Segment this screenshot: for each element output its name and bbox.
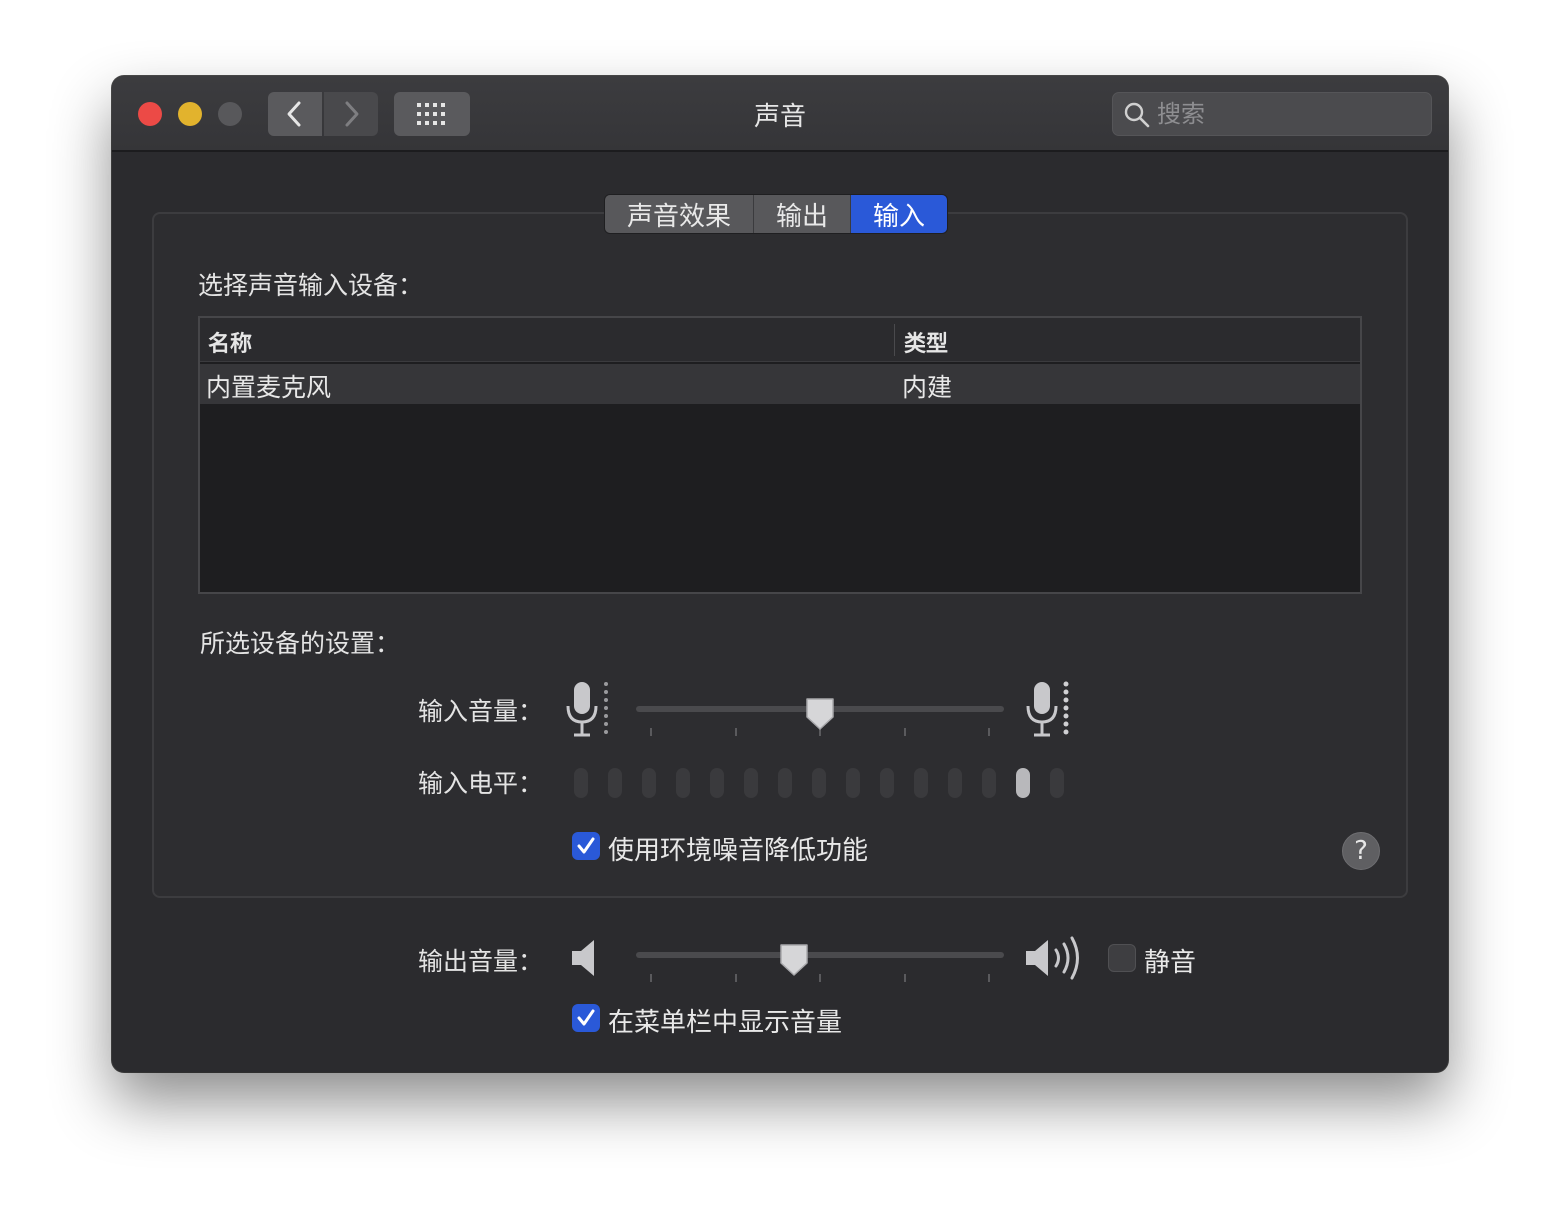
level-segment bbox=[574, 768, 588, 798]
level-segment bbox=[642, 768, 656, 798]
microphone-low-icon bbox=[566, 682, 608, 737]
microphone-high-icon bbox=[1026, 681, 1069, 737]
input-device-table[interactable]: 名称 类型 内置麦克风 内建 bbox=[198, 316, 1362, 594]
level-segment bbox=[710, 768, 724, 798]
table-header: 名称 类型 bbox=[200, 318, 1360, 362]
selected-device-settings-heading: 所选设备的设置： bbox=[200, 629, 401, 658]
input-volume-label: 输入音量： bbox=[418, 697, 544, 726]
output-volume-label: 输出音量： bbox=[418, 947, 544, 976]
level-segment bbox=[982, 768, 996, 798]
titlebar: 声音 bbox=[112, 76, 1448, 152]
level-segment bbox=[676, 768, 690, 798]
level-segment bbox=[880, 768, 894, 798]
search-icon bbox=[1124, 102, 1150, 128]
slider-tick bbox=[650, 974, 652, 982]
slider-tick bbox=[650, 728, 652, 736]
level-segment bbox=[914, 768, 928, 798]
tab-output[interactable]: 输出 bbox=[754, 195, 852, 233]
level-segment bbox=[1016, 768, 1030, 798]
level-segment bbox=[1050, 768, 1064, 798]
level-segment bbox=[812, 768, 826, 798]
sound-preferences-window: 声音 声音效果 输出 输入 选择声音输入设备： 名称 类型 内置麦克风 内建 所… bbox=[112, 76, 1448, 1072]
slider-tick bbox=[988, 728, 990, 736]
tab-bar: 声音效果 输出 输入 bbox=[604, 194, 949, 234]
slider-tick bbox=[819, 974, 821, 982]
mute-label[interactable]: 静音 bbox=[1144, 942, 1196, 979]
mute-checkbox[interactable] bbox=[1108, 944, 1136, 972]
level-segment bbox=[744, 768, 758, 798]
column-divider bbox=[894, 324, 895, 356]
help-button[interactable]: ? bbox=[1342, 832, 1380, 870]
speaker-high-icon bbox=[1026, 936, 1079, 980]
help-icon: ? bbox=[1354, 836, 1368, 866]
device-type-cell: 内建 bbox=[902, 373, 953, 402]
show-volume-in-menubar-label[interactable]: 在菜单栏中显示音量 bbox=[608, 1002, 842, 1039]
search-field[interactable] bbox=[1112, 92, 1432, 136]
tab-input[interactable]: 输入 bbox=[851, 195, 948, 233]
search-input[interactable] bbox=[1157, 97, 1417, 131]
level-segment bbox=[846, 768, 860, 798]
noise-reduction-checkbox[interactable] bbox=[572, 832, 600, 860]
slider-tick bbox=[988, 974, 990, 982]
checkmark-icon bbox=[577, 1009, 595, 1026]
slider-tick bbox=[735, 974, 737, 982]
slider-tick bbox=[735, 728, 737, 736]
input-device-heading: 选择声音输入设备： bbox=[198, 271, 424, 300]
noise-reduction-label[interactable]: 使用环境噪音降低功能 bbox=[608, 830, 868, 867]
output-volume-thumb[interactable] bbox=[778, 942, 810, 978]
level-segment bbox=[608, 768, 622, 798]
show-volume-in-menubar-checkbox[interactable] bbox=[572, 1004, 600, 1032]
level-segment bbox=[948, 768, 962, 798]
slider-tick bbox=[904, 974, 906, 982]
slider-tick bbox=[904, 728, 906, 736]
device-name-cell: 内置麦克风 bbox=[206, 373, 332, 402]
table-row[interactable]: 内置麦克风 内建 bbox=[200, 364, 1360, 404]
column-header-type[interactable]: 类型 bbox=[904, 326, 948, 358]
level-segment bbox=[778, 768, 792, 798]
input-level-label: 输入电平： bbox=[418, 769, 544, 798]
column-header-name[interactable]: 名称 bbox=[208, 326, 252, 358]
speaker-low-icon bbox=[572, 940, 594, 976]
output-volume-slider[interactable] bbox=[636, 952, 1004, 958]
tab-sound-effects[interactable]: 声音效果 bbox=[605, 195, 755, 233]
checkmark-icon bbox=[577, 837, 595, 854]
input-volume-thumb[interactable] bbox=[804, 696, 836, 732]
